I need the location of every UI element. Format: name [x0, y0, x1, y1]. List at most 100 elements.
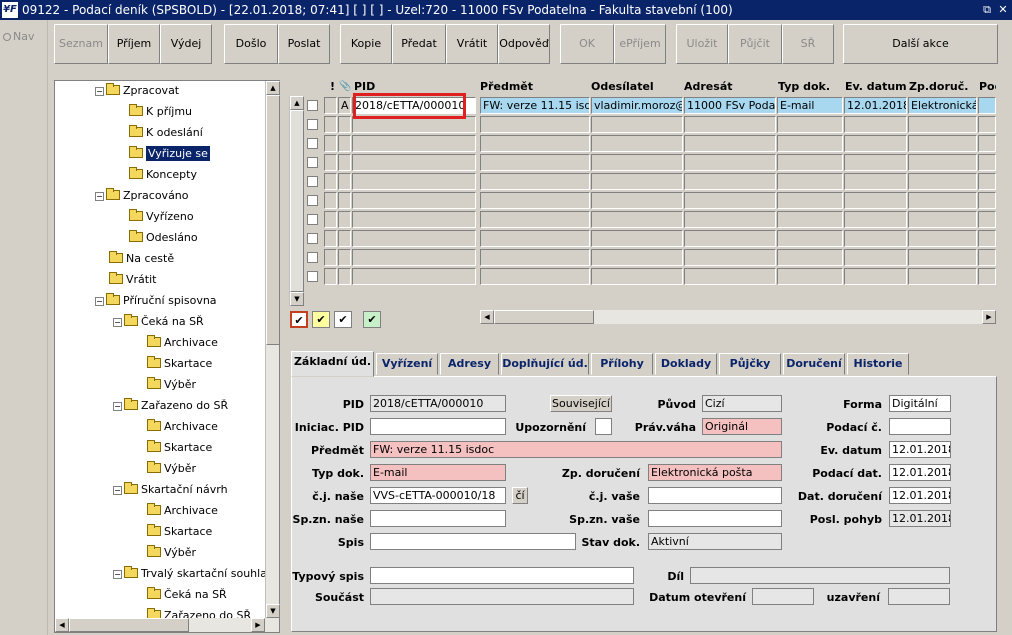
tree-item-archivace[interactable]: Archivace [147, 503, 218, 519]
grid-cell[interactable] [352, 249, 476, 266]
zp-doruceni-field[interactable]: Elektronická pošta [648, 464, 782, 481]
grid-cell[interactable] [480, 211, 590, 228]
close-icon[interactable]: ✕ [996, 3, 1010, 17]
grid-cell[interactable] [908, 154, 977, 171]
row-checkbox[interactable] [307, 176, 318, 187]
dat-doruceni-field[interactable]: 12.01.2018 [889, 487, 951, 504]
grid-cell[interactable] [978, 173, 996, 190]
column-header-flag[interactable]: ! [330, 78, 335, 96]
grid-cell-zp-doruc[interactable]: Elektronická p [908, 97, 977, 114]
grid-cell[interactable] [591, 249, 683, 266]
tree-item-trvaly-skartacni-souhlas[interactable]: − Trvalý skartační souhlas [113, 566, 273, 582]
ok-button[interactable]: OK [560, 24, 614, 64]
grid-cell[interactable] [352, 211, 476, 228]
scroll-right-icon[interactable]: ▶ [251, 618, 265, 632]
predat-button[interactable]: Předat [392, 24, 446, 64]
column-header-pod[interactable]: Pod [979, 78, 996, 96]
collapse-icon[interactable]: − [113, 570, 122, 579]
tree-item-skartace[interactable]: Skartace [147, 356, 212, 372]
tree-item-vyber[interactable]: Výběr [147, 545, 196, 561]
grid-cell-pod[interactable] [978, 97, 996, 114]
grid-cell[interactable] [324, 116, 337, 133]
nav-toggle[interactable]: Nav [3, 30, 34, 43]
grid-cell[interactable] [324, 154, 337, 171]
grid-cell[interactable] [844, 192, 907, 209]
grid-cell[interactable] [352, 173, 476, 190]
stav-dok-field[interactable]: Aktivní [648, 533, 782, 550]
grid-cell[interactable] [777, 249, 843, 266]
row-checkbox[interactable] [307, 252, 318, 263]
dalsi-akce-button[interactable]: Další akce [843, 24, 998, 64]
grid-cell[interactable] [324, 268, 337, 285]
grid-cell[interactable] [978, 192, 996, 209]
grid-cell[interactable] [908, 249, 977, 266]
scroll-right-icon[interactable]: ▶ [982, 310, 996, 324]
grid-cell[interactable] [684, 230, 776, 247]
grid-cell[interactable] [684, 268, 776, 285]
tree-item-k-prijmu[interactable]: K příjmu [129, 104, 192, 120]
scroll-thumb[interactable] [266, 95, 280, 345]
uzavreni-field[interactable] [888, 588, 950, 605]
pujcit-button[interactable]: Půjčit [728, 24, 782, 64]
grid-cell[interactable] [480, 116, 590, 133]
tree-item-vyrizeno[interactable]: Vyřízeno [129, 209, 194, 225]
iniciac-pid-field[interactable] [370, 418, 506, 435]
grid-cell[interactable] [591, 192, 683, 209]
scroll-left-icon[interactable]: ◀ [480, 310, 494, 324]
tree-item-zpracovano[interactable]: − Zpracováno [95, 188, 189, 204]
grid-cell[interactable] [684, 154, 776, 171]
grid-cell[interactable] [338, 154, 351, 171]
grid-cell[interactable] [777, 135, 843, 152]
kopie-button[interactable]: Kopie [340, 24, 392, 64]
grid-cell[interactable] [324, 230, 337, 247]
grid-cell[interactable] [908, 230, 977, 247]
grid-cell[interactable] [684, 173, 776, 190]
grid-cell[interactable] [978, 249, 996, 266]
odpovez-button[interactable]: Odpověď [498, 24, 550, 64]
grid-cell[interactable] [480, 268, 590, 285]
typovy-spis-field[interactable] [370, 567, 634, 584]
collapse-icon[interactable]: − [95, 87, 104, 96]
tab-doplnujici-udaje[interactable]: Doplňující úd. [501, 353, 589, 375]
tree-item-vyber[interactable]: Výběr [147, 461, 196, 477]
grid-cell[interactable] [591, 230, 683, 247]
row-checkbox[interactable] [307, 195, 318, 206]
forma-field[interactable]: Digitální [889, 395, 951, 412]
column-header-predmet[interactable]: Předmět [480, 78, 533, 96]
grid-cell-adresat[interactable]: 11000 FSv Podate [684, 97, 776, 114]
restore-icon[interactable]: ⧉ [980, 3, 994, 17]
souvisejici-button[interactable]: Související [550, 395, 612, 412]
tree-item-ceka-na-sr[interactable]: Čeká na SŘ [147, 587, 227, 603]
attachment-icon[interactable]: 📎 [339, 78, 351, 96]
grid-cell[interactable] [591, 116, 683, 133]
tree-item-vratit[interactable]: Vrátit [109, 272, 156, 288]
typ-dok-field[interactable]: E-mail [370, 464, 506, 481]
tree-item-skartacni-navrh[interactable]: − Skartační návrh [113, 482, 228, 498]
grid-cell[interactable] [324, 192, 337, 209]
grid-cell[interactable] [844, 116, 907, 133]
tree-item-zpracovat[interactable]: − Zpracovat [95, 83, 179, 99]
grid-cell[interactable] [844, 249, 907, 266]
prijem-button[interactable]: Příjem [108, 24, 160, 64]
spzn-vase-field[interactable] [648, 510, 782, 527]
tree-item-k-odeslani[interactable]: K odeslání [129, 125, 203, 141]
column-header-adresat[interactable]: Adresát [684, 78, 733, 96]
grid-cell[interactable] [978, 268, 996, 285]
grid-horizontal-scrollbar[interactable]: ◀ ▶ [480, 310, 996, 324]
grid-cell[interactable] [777, 154, 843, 171]
grid-cell[interactable] [978, 230, 996, 247]
ulozit-button[interactable]: Uložit [676, 24, 728, 64]
filter-white-checkbox[interactable]: ✔ [334, 311, 352, 328]
scroll-left-icon[interactable]: ◀ [55, 618, 69, 632]
collapse-icon[interactable]: − [113, 318, 122, 327]
grid-cell-attach[interactable]: A [338, 97, 351, 114]
grid-cell[interactable] [844, 268, 907, 285]
tree-item-na-ceste[interactable]: Na cestě [109, 251, 174, 267]
collapse-icon[interactable]: − [113, 486, 122, 495]
vratit-button[interactable]: Vrátit [446, 24, 498, 64]
tab-historie[interactable]: Historie [847, 353, 909, 375]
grid-cell[interactable] [480, 135, 590, 152]
row-checkbox[interactable] [307, 119, 318, 130]
podaci-dat-field[interactable]: 12.01.2018 [889, 464, 951, 481]
grid-cell[interactable] [777, 268, 843, 285]
